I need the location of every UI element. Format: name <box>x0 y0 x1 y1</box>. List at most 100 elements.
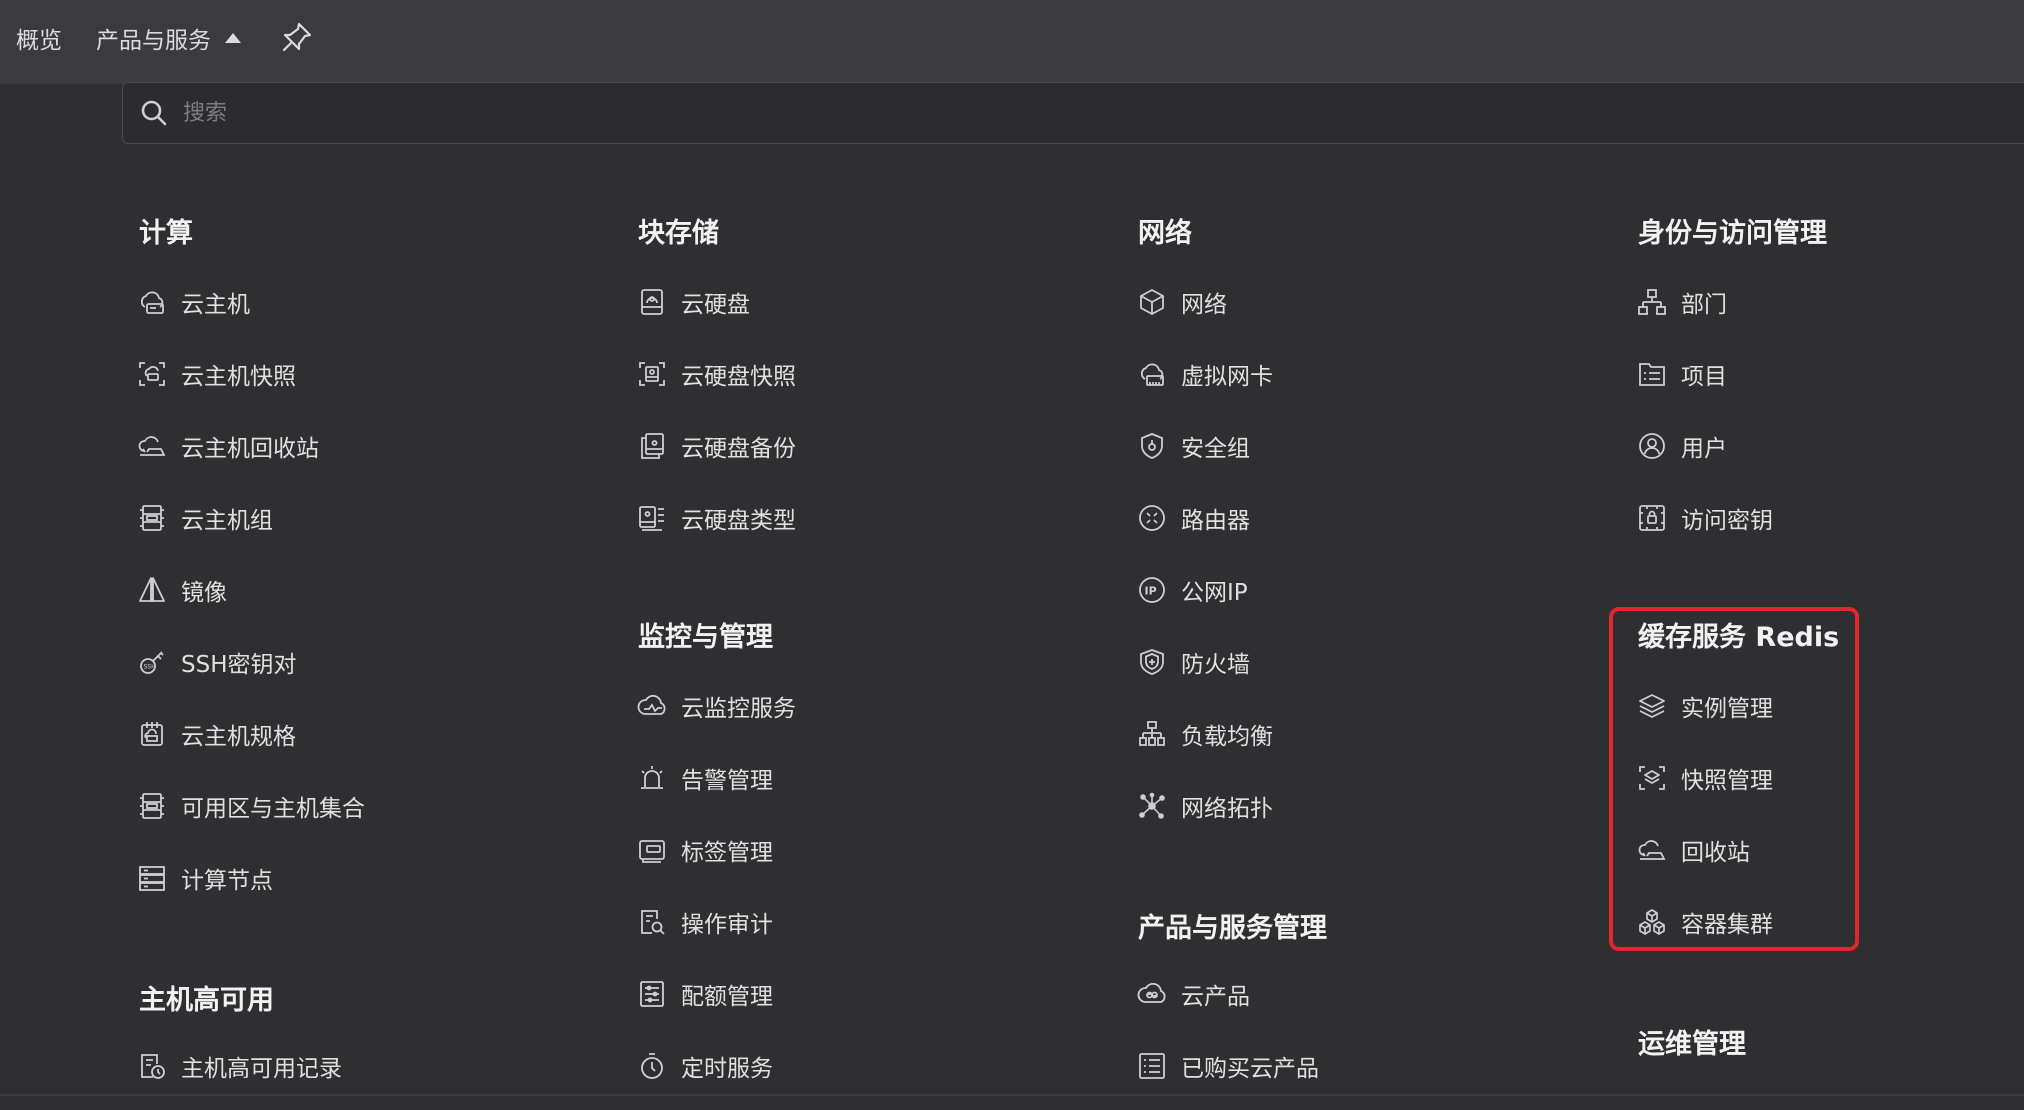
menu-item-label: 云硬盘快照 <box>681 364 796 390</box>
ip-icon: IP <box>1137 575 1167 605</box>
redis-snapshot-icon <box>1637 763 1667 793</box>
section-title-host-ha: 主机高可用 <box>139 985 274 1016</box>
ha-record-icon <box>137 1051 167 1081</box>
menu-item-label: 可用区与主机集合 <box>181 796 365 822</box>
menu-item-host-ha-record[interactable]: 主机高可用记录 <box>137 1046 342 1086</box>
menu-item-instance-manage[interactable]: 实例管理 <box>1637 686 1773 726</box>
menu-item-project[interactable]: 项目 <box>1637 354 1727 394</box>
monitor-icon <box>637 691 667 721</box>
menu-item-ssh-keypair[interactable]: SSH SSH密钥对 <box>137 642 297 682</box>
menu-item-cloud-host[interactable]: 云主机 <box>137 282 250 322</box>
menu-item-label: 云硬盘 <box>681 292 750 318</box>
menu-item-zone-host-aggregate[interactable]: 可用区与主机集合 <box>137 786 365 826</box>
layers-icon <box>1637 691 1667 721</box>
menu-item-container-cluster[interactable]: 容器集群 <box>1637 902 1773 942</box>
menu-item-label: 云硬盘备份 <box>681 436 796 462</box>
menu-item-label: 用户 <box>1681 436 1727 462</box>
section-title-ops-manage: 运维管理 <box>1638 1029 1746 1060</box>
recycle-icon <box>1637 835 1667 865</box>
menu-item-recycle-bin[interactable]: 回收站 <box>1637 830 1750 870</box>
security-group-icon <box>1137 431 1167 461</box>
menu-item-operation-audit[interactable]: 操作审计 <box>637 902 773 942</box>
menu-item-load-balancer[interactable]: 负载均衡 <box>1137 714 1273 754</box>
menu-item-label: 防火墙 <box>1181 652 1250 678</box>
menu-item-cloud-disk-backup[interactable]: 云硬盘备份 <box>637 426 796 466</box>
menu-item-quota-manage[interactable]: 配额管理 <box>637 974 773 1014</box>
disk-snapshot-icon <box>637 359 667 389</box>
menu-item-label: 主机高可用记录 <box>181 1056 342 1082</box>
spec-icon <box>137 719 167 749</box>
menu-item-network[interactable]: 网络 <box>1137 282 1227 322</box>
menu-item-timer-service[interactable]: 定时服务 <box>637 1046 773 1086</box>
menu-item-network-topology[interactable]: 网络拓扑 <box>1137 786 1273 826</box>
nav-overview[interactable]: 概览 <box>16 21 62 55</box>
search-box <box>122 82 2024 144</box>
svg-text:IP: IP <box>1145 585 1157 598</box>
menu-item-cloud-host-recycle[interactable]: 云主机回收站 <box>137 426 319 466</box>
menu-item-cloud-disk-snapshot[interactable]: 云硬盘快照 <box>637 354 796 394</box>
menu-item-label: 云产品 <box>1181 984 1250 1010</box>
menu-item-image[interactable]: 镜像 <box>137 570 227 610</box>
menu-item-label: 安全组 <box>1181 436 1250 462</box>
menu-item-label: 操作审计 <box>681 912 773 938</box>
menu-item-virtual-nic[interactable]: 虚拟网卡 <box>1137 354 1273 394</box>
svg-text:SSH: SSH <box>144 664 156 671</box>
menu-item-cloud-product[interactable]: 云产品 <box>1137 974 1250 1014</box>
menu-item-firewall[interactable]: 防火墙 <box>1137 642 1250 682</box>
nav-overview-label: 概览 <box>16 28 62 54</box>
disk-icon <box>637 287 667 317</box>
menu-item-label: 容器集群 <box>1681 912 1773 938</box>
menu-item-label: 网络拓扑 <box>1181 796 1273 822</box>
menu-item-label: 云主机组 <box>181 508 273 534</box>
image-icon <box>137 575 167 605</box>
menu-item-public-ip[interactable]: IP 公网IP <box>1137 570 1248 610</box>
audit-icon <box>637 907 667 937</box>
menu-item-cloud-disk-type[interactable]: 云硬盘类型 <box>637 498 796 538</box>
menu-item-router[interactable]: 路由器 <box>1137 498 1250 538</box>
menu-item-label: 定时服务 <box>681 1056 773 1082</box>
project-icon <box>1637 359 1667 389</box>
zone-icon <box>137 791 167 821</box>
nav-products-label: 产品与服务 <box>96 28 211 54</box>
pin-icon[interactable] <box>280 20 314 54</box>
menu-item-label: 快照管理 <box>1681 768 1773 794</box>
firewall-icon <box>1137 647 1167 677</box>
menu-item-purchased-products[interactable]: 已购买云产品 <box>1137 1046 1319 1086</box>
menu-item-cloud-monitor[interactable]: 云监控服务 <box>637 686 796 726</box>
menu-item-security-group[interactable]: 安全组 <box>1137 426 1250 466</box>
menu-item-label: 部门 <box>1681 292 1727 318</box>
section-title-network: 网络 <box>1138 218 1192 249</box>
snapshot-icon <box>137 359 167 389</box>
menu-item-snapshot-manage[interactable]: 快照管理 <box>1637 758 1773 798</box>
menu-item-user[interactable]: 用户 <box>1637 426 1727 466</box>
recycle-icon <box>137 431 167 461</box>
router-icon <box>1137 503 1167 533</box>
node-icon <box>137 863 167 893</box>
user-icon <box>1637 431 1667 461</box>
disk-type-icon <box>637 503 667 533</box>
menu-item-cloud-host-spec[interactable]: 云主机规格 <box>137 714 296 754</box>
menu-item-label: 负载均衡 <box>1181 724 1273 750</box>
menu-item-compute-node[interactable]: 计算节点 <box>137 858 273 898</box>
menu-item-label: 已购买云产品 <box>1181 1056 1319 1082</box>
menu-item-label: 告警管理 <box>681 768 773 794</box>
menu-item-tag-manage[interactable]: 标签管理 <box>637 830 773 870</box>
menu-item-label: 公网IP <box>1181 580 1248 606</box>
menu-item-label: 云主机快照 <box>181 364 296 390</box>
nic-icon <box>1137 359 1167 389</box>
nav-products-services[interactable]: 产品与服务 <box>96 21 241 55</box>
menu-item-department[interactable]: 部门 <box>1637 282 1727 322</box>
section-title-block-storage: 块存储 <box>638 218 719 249</box>
menu-item-access-key[interactable]: 访问密钥 <box>1637 498 1773 538</box>
menu-item-label: 云主机规格 <box>181 724 296 750</box>
menu-item-label: 云监控服务 <box>681 696 796 722</box>
menu-item-label: 计算节点 <box>181 868 273 894</box>
menu-item-cloud-host-snapshot[interactable]: 云主机快照 <box>137 354 296 394</box>
menu-item-label: 项目 <box>1681 364 1727 390</box>
search-input[interactable] <box>181 99 1885 127</box>
menu-item-cloud-host-group[interactable]: 云主机组 <box>137 498 273 538</box>
network-icon <box>1137 287 1167 317</box>
menu-item-cloud-disk[interactable]: 云硬盘 <box>637 282 750 322</box>
quota-icon <box>637 979 667 1009</box>
menu-item-alarm-manage[interactable]: 告警管理 <box>637 758 773 798</box>
